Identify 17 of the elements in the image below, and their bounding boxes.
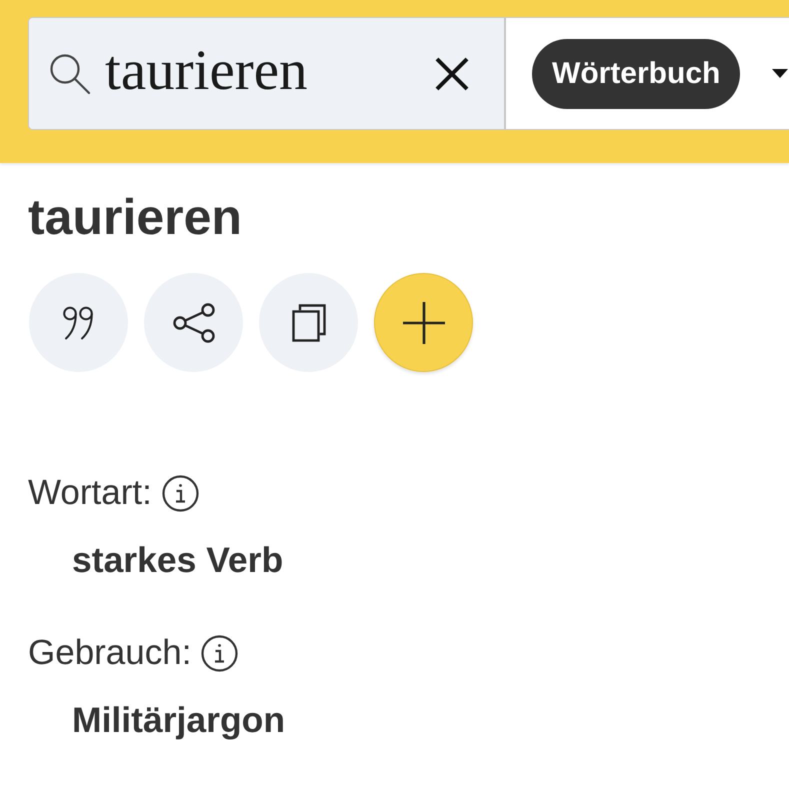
detail-value: Militärjargon <box>72 699 286 741</box>
close-icon <box>435 56 469 90</box>
plus-icon <box>402 302 444 344</box>
search-icon <box>49 52 91 94</box>
detail-value: starkes Verb <box>72 539 284 581</box>
dictionary-button[interactable]: Wörterbuch <box>532 38 740 108</box>
copy-icon <box>292 304 326 342</box>
search-input[interactable]: taurieren <box>105 38 432 109</box>
info-icon[interactable] <box>201 634 238 672</box>
search-field[interactable]: taurieren <box>29 18 506 129</box>
quote-icon <box>62 306 94 340</box>
caret-icon[interactable] <box>772 69 788 78</box>
share-icon <box>172 302 214 342</box>
detail-label: Gebrauch: <box>28 632 192 674</box>
headword-title: taurieren <box>28 188 243 247</box>
detail-label: Wortart: <box>28 472 152 514</box>
info-icon[interactable] <box>162 474 199 512</box>
